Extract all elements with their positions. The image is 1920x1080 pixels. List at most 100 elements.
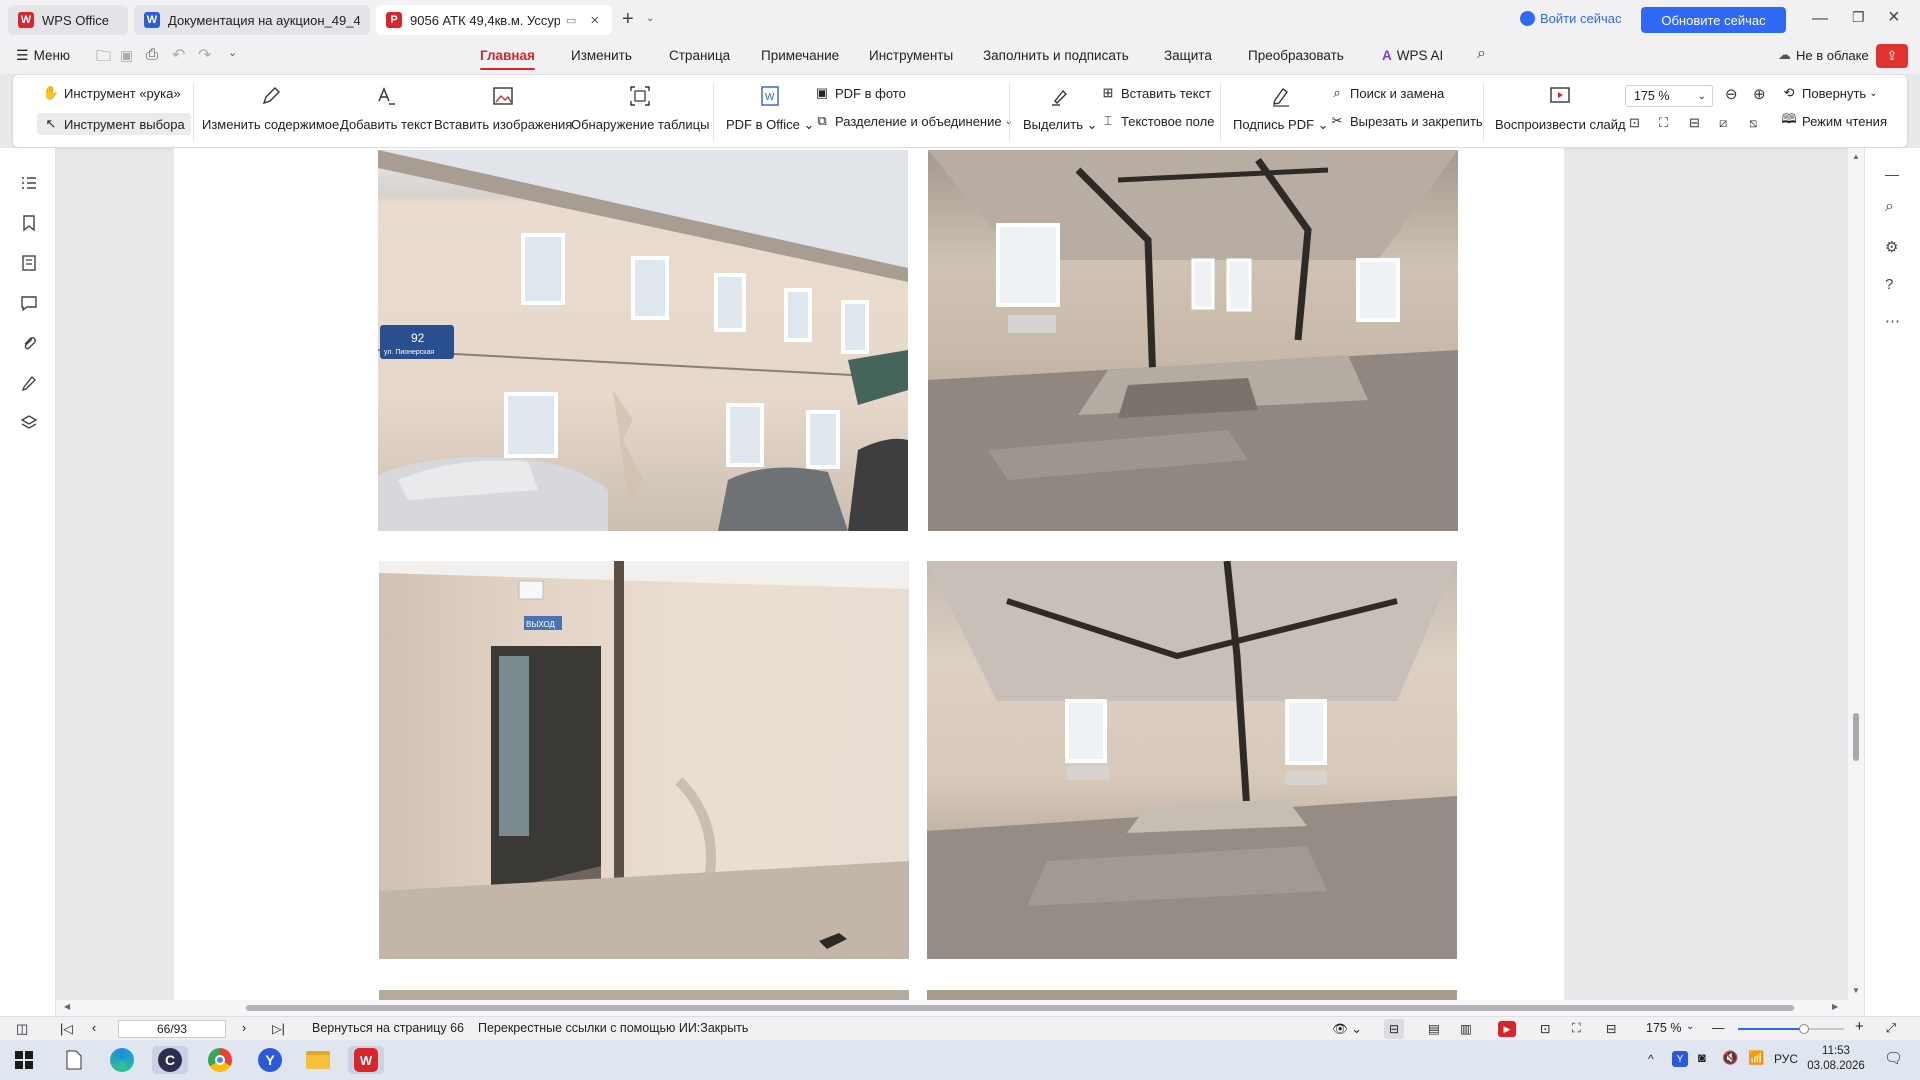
tab-tools[interactable]: Инструменты: [869, 48, 953, 63]
scroll-up-arrow-icon[interactable]: ▲: [1852, 152, 1860, 161]
zoom-out-icon[interactable]: ⊖: [1725, 85, 1738, 103]
file-icon[interactable]: [56, 1046, 92, 1074]
scroll-right-arrow-icon[interactable]: ▶: [1832, 1002, 1838, 1011]
tabs-dropdown-chevron-icon[interactable]: ⌄: [646, 13, 654, 24]
minimize-icon[interactable]: —: [1812, 10, 1828, 28]
fit-page-icon[interactable]: ⛶: [1659, 115, 1668, 131]
outline-list-icon[interactable]: [20, 174, 38, 192]
zoom-in-icon[interactable]: ⊕: [1753, 85, 1766, 103]
tab-protect[interactable]: Защита: [1164, 48, 1212, 63]
zoom-slider-track[interactable]: [1738, 1024, 1844, 1034]
highlight-button[interactable]: Выделить ⌄: [1023, 83, 1098, 133]
zoom-dropdown-chevron-icon[interactable]: ⌄: [1686, 1021, 1694, 1032]
zoom-slider-knob[interactable]: [1798, 1024, 1809, 1034]
yandex-browser-icon[interactable]: Y: [252, 1046, 288, 1074]
tab-convert[interactable]: Преобразовать: [1248, 48, 1344, 63]
insert-text-button[interactable]: ⊞ Вставить текст: [1100, 85, 1212, 101]
play-slideshow-icon[interactable]: ▶: [1498, 1021, 1516, 1037]
tab-pdf-document[interactable]: P 9056 АТК 49,4кв.м. Уссурийс ▭ ×: [376, 5, 612, 35]
actual-size-icon[interactable]: ⊡: [1629, 115, 1640, 131]
help-icon[interactable]: ?: [1885, 276, 1893, 293]
tab-edit[interactable]: Изменить: [571, 48, 632, 63]
tab-wps-office[interactable]: W WPS Office: [8, 5, 128, 35]
tab-wps-ai[interactable]: A WPS AI: [1382, 48, 1443, 63]
collapse-panel-icon[interactable]: —: [1885, 166, 1899, 182]
network-icon[interactable]: 📶: [1748, 1050, 1764, 1066]
settings-sliders-icon[interactable]: ⚙: [1885, 238, 1898, 256]
fit-width-icon[interactable]: ⊟: [1689, 115, 1700, 131]
login-button[interactable]: Войти сейчас: [1520, 11, 1622, 26]
comments-icon[interactable]: [20, 294, 38, 312]
single-page-icon[interactable]: ⊟: [1384, 1019, 1404, 1039]
language-indicator[interactable]: РУС: [1774, 1052, 1798, 1066]
windows-start-icon[interactable]: [6, 1046, 42, 1074]
share-button[interactable]: ⇪: [1876, 44, 1908, 68]
close-window-icon[interactable]: ×: [1888, 6, 1900, 29]
toggle-sidebar-icon[interactable]: ◫: [16, 1021, 28, 1037]
edit-content-button[interactable]: Изменить содержимое: [202, 83, 339, 132]
close-tab-icon[interactable]: ×: [590, 12, 599, 29]
sign-pdf-button[interactable]: Подпись PDF ⌄: [1233, 83, 1329, 133]
cloud-status-button[interactable]: ☁ Не в облаке: [1778, 47, 1869, 63]
next-page-icon[interactable]: ›: [242, 1021, 246, 1035]
rotate-button[interactable]: ⟲ Повернуть ⌄: [1781, 85, 1878, 101]
show-hidden-icons-chevron-icon[interactable]: ^: [1648, 1052, 1654, 1066]
volume-muted-icon[interactable]: 🔇: [1722, 1050, 1738, 1066]
add-text-button[interactable]: Добавить текст: [340, 83, 432, 132]
attachment-icon[interactable]: [20, 334, 38, 352]
undo-icon[interactable]: ↶: [172, 45, 185, 65]
quick-access-chevron-icon[interactable]: ⌄: [228, 46, 237, 59]
save-icon[interactable]: ▣: [120, 47, 133, 64]
signature-icon[interactable]: [20, 374, 38, 392]
new-tab-plus-icon[interactable]: +: [622, 8, 634, 31]
tab-comment[interactable]: Примечание: [761, 48, 839, 63]
notifications-icon[interactable]: 🗨: [1884, 1049, 1903, 1067]
main-menu-button[interactable]: ☰ Меню: [16, 47, 70, 64]
ai-crossref-status[interactable]: Перекрестные ссылки с помощью ИИ:Закрыть: [478, 1021, 748, 1035]
monitor-icon[interactable]: ▭: [566, 14, 576, 27]
chrome-browser-icon[interactable]: [202, 1046, 238, 1074]
search-icon[interactable]: ⌕: [1477, 45, 1486, 63]
zoom-select[interactable]: 175 % ⌄: [1625, 85, 1713, 107]
open-folder-icon[interactable]: 🗀: [96, 46, 111, 71]
edge-browser-icon[interactable]: [104, 1046, 140, 1074]
pdf-to-office-button[interactable]: W PDF в Office ⌄: [726, 83, 814, 133]
text-field-button[interactable]: ⌶ Текстовое поле: [1100, 113, 1214, 129]
rotate-left-icon[interactable]: ⧄: [1719, 115, 1727, 131]
select-tool-button[interactable]: ↖ Инструмент выбора: [37, 113, 191, 135]
vertical-scrollbar[interactable]: ▲ ▼: [1848, 148, 1864, 1000]
detect-table-button[interactable]: Обнаружение таблицы: [571, 83, 709, 132]
yandex-tray-icon[interactable]: Y: [1672, 1051, 1688, 1067]
app-c-icon[interactable]: C: [152, 1046, 188, 1074]
tab-fill-sign[interactable]: Заполнить и подписать: [983, 48, 1129, 63]
reading-mode-button[interactable]: 🕮 Режим чтения: [1781, 111, 1887, 129]
restore-icon[interactable]: ❐: [1852, 9, 1865, 26]
continuous-page-icon[interactable]: ▤: [1428, 1021, 1440, 1036]
play-slide-button[interactable]: Воспроизвести слайд: [1495, 83, 1626, 132]
update-now-button[interactable]: Обновите сейчас: [1641, 7, 1786, 33]
vertical-scroll-thumb[interactable]: [1853, 713, 1859, 761]
redo-icon[interactable]: ↷: [198, 45, 211, 65]
camera-tray-icon[interactable]: ◙: [1698, 1050, 1706, 1065]
fullscreen-icon[interactable]: ⤢: [1886, 1021, 1896, 1036]
pdf-to-photo-button[interactable]: ▣ PDF в фото: [814, 85, 906, 101]
file-explorer-icon[interactable]: [300, 1046, 336, 1074]
first-page-icon[interactable]: |◁: [60, 1021, 73, 1036]
find-replace-button[interactable]: ⌕ Поиск и замена: [1329, 85, 1444, 101]
more-options-icon[interactable]: ⋯: [1885, 312, 1900, 330]
scroll-left-arrow-icon[interactable]: ◀: [64, 1002, 70, 1011]
eye-view-icon[interactable]: 👁 ⌄: [1332, 1021, 1362, 1037]
back-to-page-link[interactable]: Вернуться на страницу 66: [312, 1021, 464, 1035]
zoom-percentage[interactable]: 175 %: [1646, 1021, 1681, 1035]
actual-size-icon[interactable]: ⊡: [1540, 1021, 1550, 1036]
thumbnails-icon[interactable]: [20, 254, 38, 272]
insert-images-button[interactable]: Вставить изображения: [434, 83, 572, 132]
cut-pin-button[interactable]: ✂ Вырезать и закрепить: [1329, 113, 1483, 129]
bookmark-icon[interactable]: [20, 214, 38, 232]
zoom-out-icon[interactable]: —: [1712, 1021, 1725, 1035]
tab-word-document[interactable]: W Документация на аукцион_49_4 кв: [134, 5, 370, 35]
rotate-right-icon[interactable]: ⧅: [1749, 115, 1757, 131]
fit-width-icon[interactable]: ⊟: [1606, 1021, 1616, 1036]
fit-page-icon[interactable]: ⛶: [1572, 1021, 1581, 1036]
previous-page-icon[interactable]: ‹: [92, 1021, 96, 1035]
